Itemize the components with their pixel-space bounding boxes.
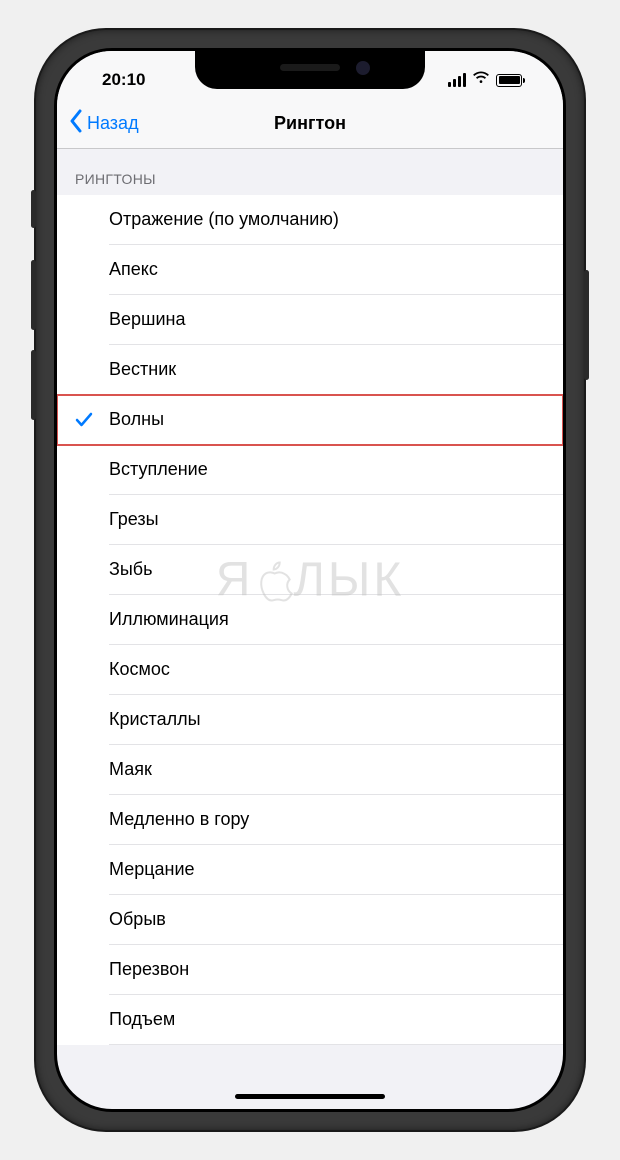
ringtone-label: Грезы — [109, 495, 563, 545]
ringtone-label: Обрыв — [109, 895, 563, 945]
ringtone-label: Мерцание — [109, 845, 563, 895]
ringtone-row[interactable]: Волны — [57, 395, 563, 445]
volume-down-button — [31, 350, 36, 420]
ringtone-label: Перезвон — [109, 945, 563, 995]
ringtone-row[interactable]: Подъем — [57, 995, 563, 1045]
wifi-icon — [472, 71, 490, 90]
ringtone-label: Маяк — [109, 745, 563, 795]
page-title: Рингтон — [274, 113, 346, 134]
ringtone-row[interactable]: Мерцание — [57, 845, 563, 895]
ringtone-label: Волны — [109, 395, 563, 445]
ringtone-list: Отражение (по умолчанию)АпексВершинаВест… — [57, 195, 563, 1045]
section-header: РИНГТОНЫ — [57, 149, 563, 195]
phone-frame: 20:10 — [36, 30, 584, 1130]
ringtone-label: Кристаллы — [109, 695, 563, 745]
content-area[interactable]: РИНГТОНЫ Отражение (по умолчанию)АпексВе… — [57, 149, 563, 1045]
home-indicator[interactable] — [235, 1094, 385, 1099]
navigation-bar: Назад Рингтон — [57, 99, 563, 149]
checkmark-icon — [75, 411, 109, 429]
ringtone-label: Вершина — [109, 295, 563, 345]
ringtone-row[interactable]: Обрыв — [57, 895, 563, 945]
chevron-left-icon — [69, 109, 83, 138]
cellular-signal-icon — [448, 73, 466, 87]
ringtone-row[interactable]: Зыбь — [57, 545, 563, 595]
volume-up-button — [31, 260, 36, 330]
ringtone-label: Медленно в гору — [109, 795, 563, 845]
phone-inner: 20:10 — [54, 48, 566, 1112]
back-button[interactable]: Назад — [57, 109, 139, 138]
status-time: 20:10 — [87, 70, 145, 90]
back-label: Назад — [87, 113, 139, 134]
ringtone-label: Зыбь — [109, 545, 563, 595]
ringtone-label: Апекс — [109, 245, 563, 295]
screen: 20:10 — [57, 51, 563, 1109]
ringtone-label: Вестник — [109, 345, 563, 395]
mute-switch — [31, 190, 36, 228]
power-button — [584, 270, 589, 380]
ringtone-row[interactable]: Иллюминация — [57, 595, 563, 645]
ringtone-row[interactable]: Грезы — [57, 495, 563, 545]
ringtone-row[interactable]: Перезвон — [57, 945, 563, 995]
battery-icon — [496, 74, 525, 87]
ringtone-row[interactable]: Маяк — [57, 745, 563, 795]
ringtone-label: Космос — [109, 645, 563, 695]
notch — [195, 51, 425, 89]
ringtone-label: Подъем — [109, 995, 563, 1045]
ringtone-row[interactable]: Вестник — [57, 345, 563, 395]
ringtone-row[interactable]: Космос — [57, 645, 563, 695]
ringtone-label: Вступление — [109, 445, 563, 495]
ringtone-row[interactable]: Кристаллы — [57, 695, 563, 745]
ringtone-row[interactable]: Апекс — [57, 245, 563, 295]
status-icons — [448, 71, 533, 90]
ringtone-row[interactable]: Отражение (по умолчанию) — [57, 195, 563, 245]
ringtone-label: Отражение (по умолчанию) — [109, 195, 563, 245]
ringtone-label: Иллюминация — [109, 595, 563, 645]
ringtone-row[interactable]: Вершина — [57, 295, 563, 345]
ringtone-row[interactable]: Медленно в гору — [57, 795, 563, 845]
ringtone-row[interactable]: Вступление — [57, 445, 563, 495]
